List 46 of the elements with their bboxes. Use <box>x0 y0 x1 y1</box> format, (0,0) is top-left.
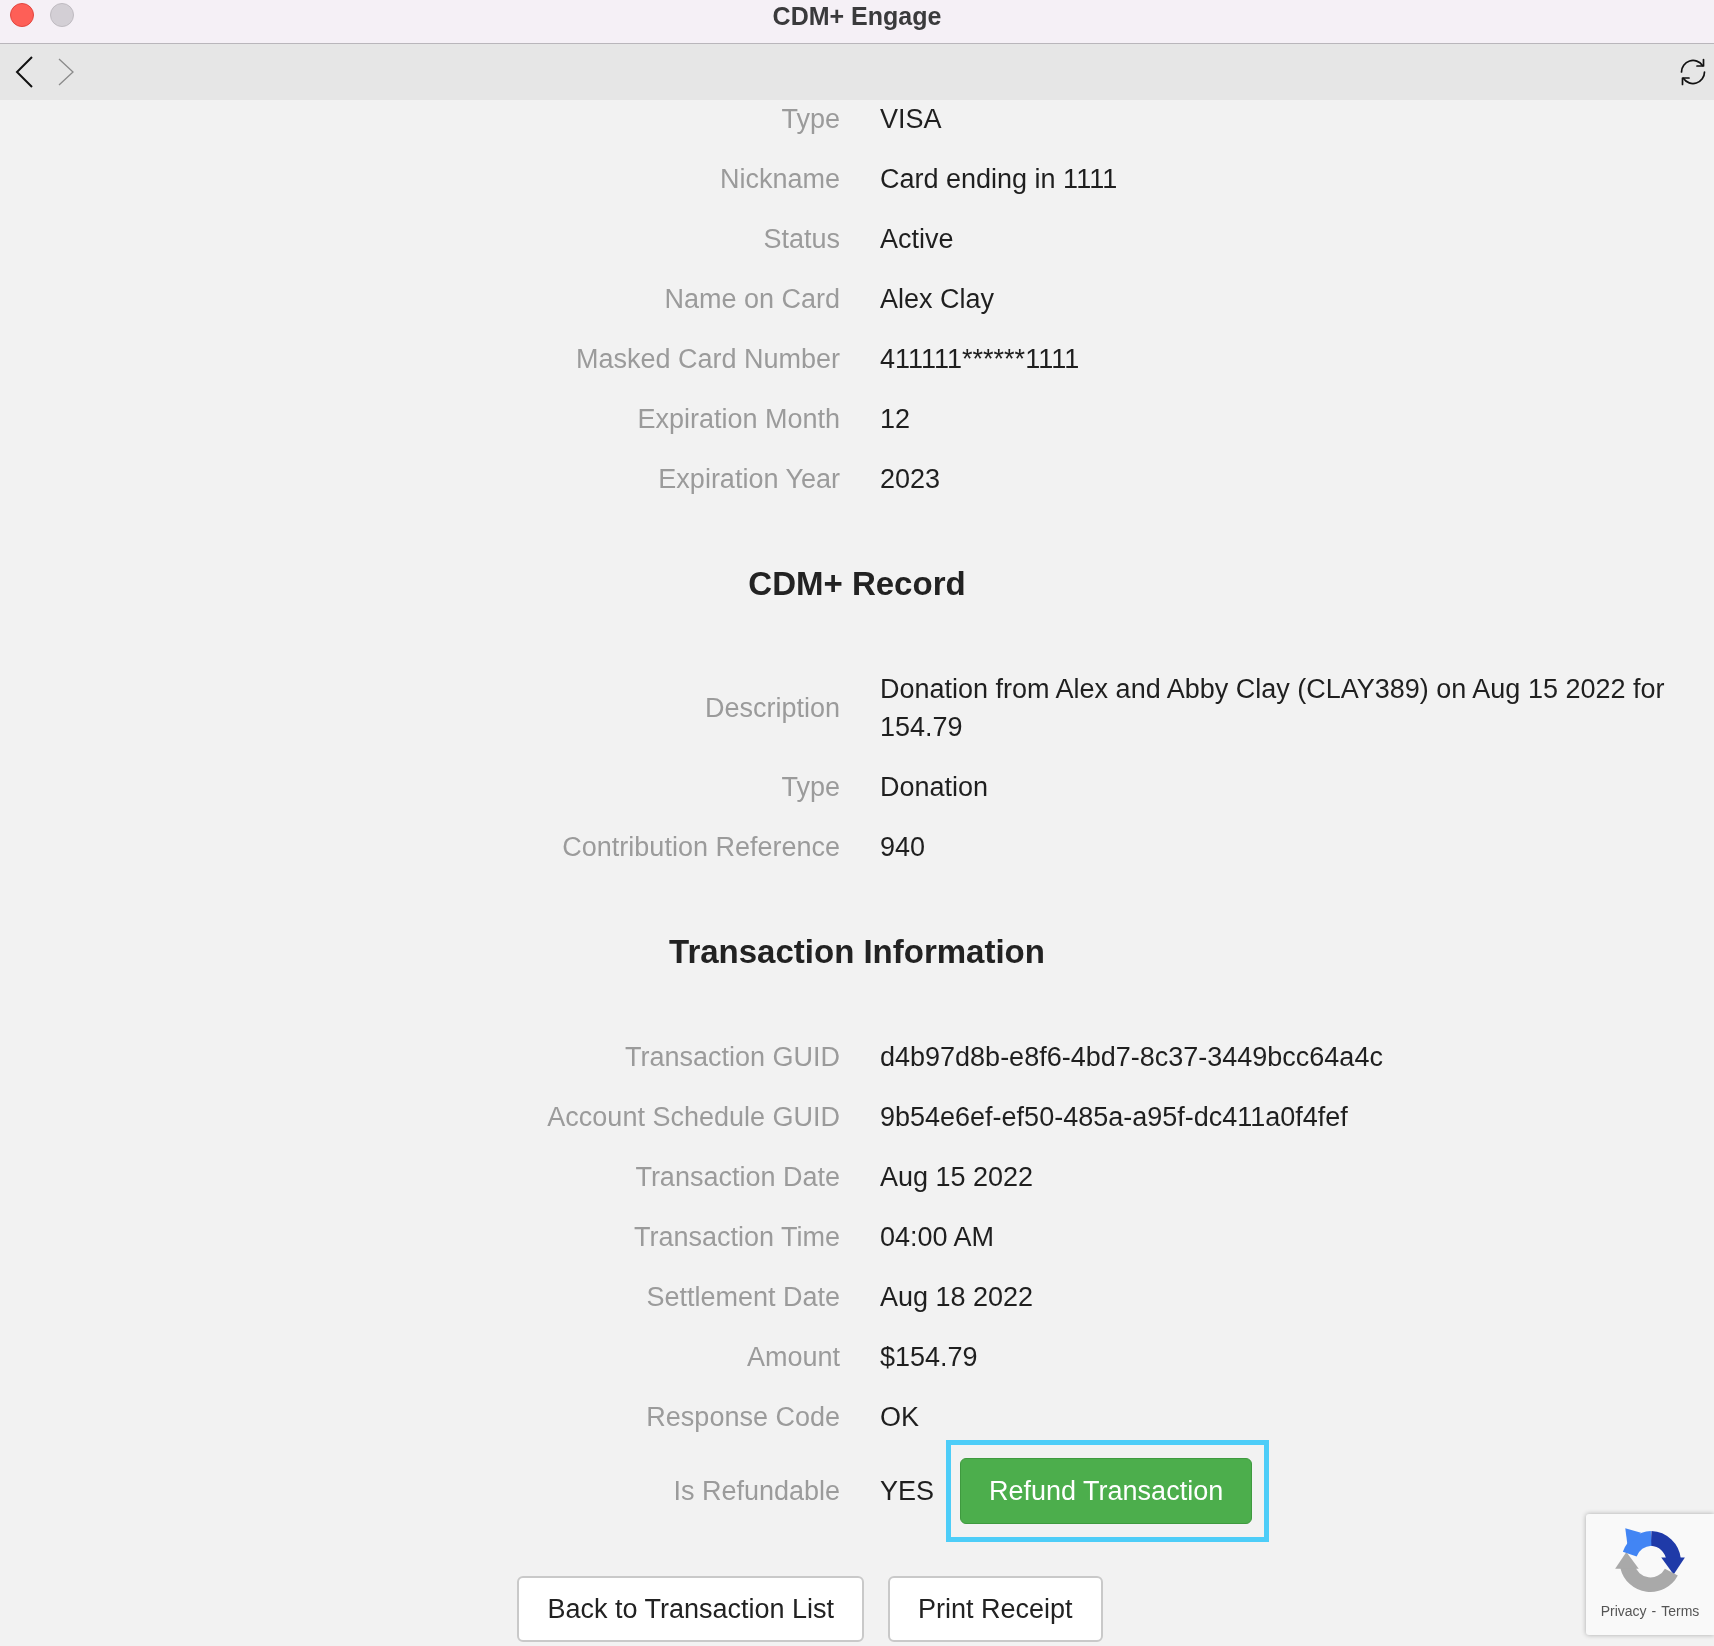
section-heading: CDM+ Record <box>748 564 966 604</box>
field-value: 2023 <box>880 463 941 496</box>
field-label: Type <box>781 771 840 804</box>
field-value: 04:00 AM <box>880 1221 995 1254</box>
field-label: Expiration Year <box>658 463 840 496</box>
back-chevron-icon[interactable] <box>15 56 33 88</box>
field-value: Aug 15 2022 <box>880 1161 1034 1194</box>
field-label: Response Code <box>646 1401 840 1434</box>
field-value: 940 <box>880 831 926 864</box>
field-label: Description <box>704 692 840 725</box>
close-icon[interactable] <box>10 3 34 27</box>
field-value: 9b54e6ef-ef50-485a-a95f-dc411a0f4fef <box>880 1101 1348 1134</box>
window-title: CDM+ Engage <box>772 1 942 31</box>
field-label: Amount <box>746 1341 840 1374</box>
field-value: YES <box>880 1475 935 1508</box>
field-label: Masked Card Number <box>575 343 840 376</box>
field-label: Expiration Month <box>637 403 840 436</box>
field-label: Type <box>781 103 840 136</box>
field-value: Card ending in 1111 <box>880 163 1118 196</box>
field-label: Name on Card <box>664 283 840 316</box>
field-value: 411111******1111 <box>880 343 1080 376</box>
link-separator: - <box>1651 1603 1657 1620</box>
field-value: $154.79 <box>880 1341 978 1374</box>
field-label: Contribution Reference <box>562 831 840 864</box>
field-label: Transaction GUID <box>624 1041 840 1074</box>
field-value: Alex Clay <box>880 283 995 316</box>
field-label: Is Refundable <box>673 1475 840 1508</box>
field-value: d4b97d8b-e8f6-4bd7-8c37-3449bcc64a4c <box>880 1041 1383 1074</box>
field-value: 12 <box>880 403 911 436</box>
print-button[interactable]: Print Receipt <box>888 1576 1103 1642</box>
field-label: Status <box>763 223 840 256</box>
field-label: Settlement Date <box>646 1281 840 1314</box>
field-label: Nickname <box>719 163 840 196</box>
back-button[interactable]: Back to Transaction List <box>517 1576 865 1642</box>
privacy-link[interactable]: Privacy <box>1600 1603 1647 1620</box>
field-value: Aug 18 2022 <box>880 1281 1034 1314</box>
field-value: OK <box>880 1401 919 1434</box>
field-value: Active <box>880 223 954 256</box>
field-label: Transaction Date <box>635 1161 840 1194</box>
terms-link[interactable]: Terms <box>1661 1603 1700 1620</box>
field-label: Account Schedule GUID <box>547 1101 840 1134</box>
field-label: Transaction Time <box>633 1221 840 1254</box>
field-value: Donation from Alex and Abby Clay (CLAY389) on Aug 15 2022 for 154.79 <box>880 673 1666 744</box>
field-value: VISA <box>880 103 942 136</box>
section-heading: Transaction Information <box>669 932 1045 972</box>
field-value: Donation <box>880 771 989 804</box>
